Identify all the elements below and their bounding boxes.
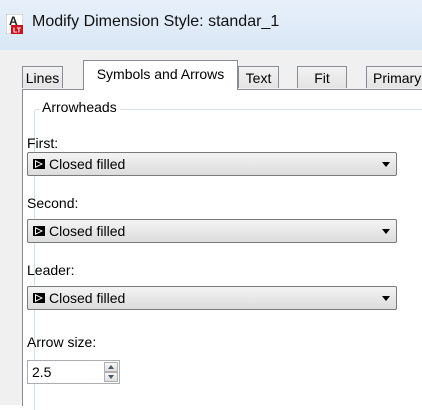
spin-up-icon[interactable] xyxy=(104,362,118,372)
tab-primary[interactable]: Primary xyxy=(366,66,422,88)
tab-text[interactable]: Text xyxy=(238,66,279,88)
tab-strip: Lines Symbols and Arrows Text Fit Primar… xyxy=(0,50,422,90)
window-titlebar: A LT Modify Dimension Style: standar_1 xyxy=(0,0,422,50)
first-arrow-label: First: xyxy=(27,135,59,151)
chevron-down-icon[interactable] xyxy=(382,162,390,167)
second-arrow-dropdown[interactable]: Closed filled xyxy=(27,219,397,243)
second-arrow-label: Second: xyxy=(27,195,79,211)
arrow-size-spinner[interactable]: 2.5 xyxy=(27,360,120,384)
arrow-size-label: Arrow size: xyxy=(27,334,97,350)
first-arrow-dropdown[interactable]: Closed filled xyxy=(27,152,397,176)
chevron-down-icon[interactable] xyxy=(382,229,390,234)
first-arrow-value: Closed filled xyxy=(49,156,126,172)
arrowheads-group-title: Arrowheads xyxy=(39,99,120,115)
chevron-down-icon[interactable] xyxy=(382,296,390,301)
arrow-size-value[interactable]: 2.5 xyxy=(32,364,51,380)
leader-arrow-label: Leader: xyxy=(27,262,75,278)
tab-fit[interactable]: Fit xyxy=(297,66,347,88)
closed-filled-arrow-icon xyxy=(33,293,45,303)
leader-arrow-dropdown[interactable]: Closed filled xyxy=(27,286,397,310)
tab-symbols-and-arrows[interactable]: Symbols and Arrows xyxy=(83,60,238,90)
second-arrow-value: Closed filled xyxy=(49,223,126,239)
tab-lines[interactable]: Lines xyxy=(22,66,63,88)
autocad-lt-icon: A LT xyxy=(6,14,23,34)
leader-arrow-value: Closed filled xyxy=(49,290,126,306)
svg-text:LT: LT xyxy=(13,28,22,35)
spin-down-icon[interactable] xyxy=(104,372,118,382)
closed-filled-arrow-icon xyxy=(33,159,45,169)
window-title: Modify Dimension Style: standar_1 xyxy=(32,13,280,30)
closed-filled-arrow-icon xyxy=(33,226,45,236)
dialog-body: Lines Symbols and Arrows Text Fit Primar… xyxy=(0,50,422,410)
tab-panel: Arrowheads xyxy=(22,89,422,410)
